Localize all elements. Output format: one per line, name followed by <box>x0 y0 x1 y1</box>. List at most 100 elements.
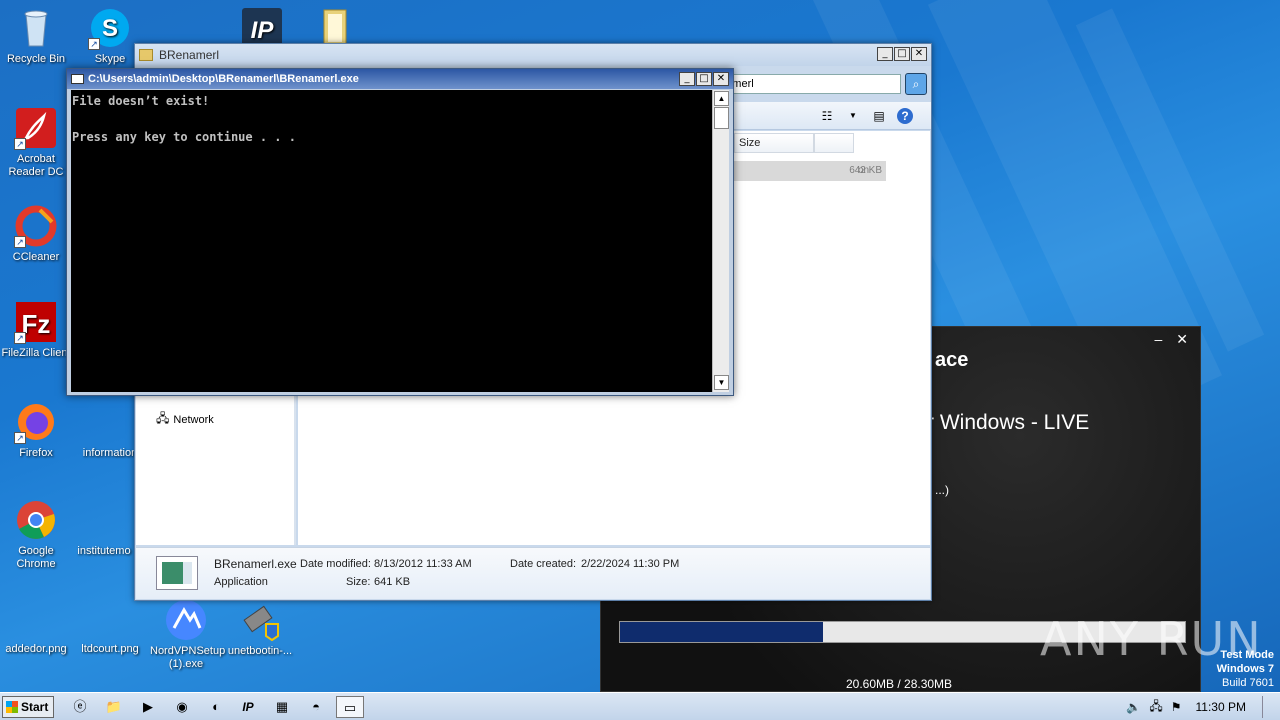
details-created-label: Date created: <box>510 558 577 570</box>
installer-note: ...) <box>935 483 949 497</box>
close-button[interactable]: ✕ <box>1176 331 1188 348</box>
console-icon <box>71 74 84 84</box>
explorer-titlebar[interactable]: BRenamerl <box>135 44 931 66</box>
skype-icon: S ↗ <box>88 6 132 50</box>
chevron-down-icon[interactable]: ▼ <box>845 108 861 124</box>
desktop-icon-addedor[interactable]: addedor.png <box>0 596 72 656</box>
desktop-icon-chrome[interactable]: Google Chrome <box>0 498 72 571</box>
volume-icon[interactable]: 🔈 <box>1126 700 1141 714</box>
desktop-icon-ltdcourt[interactable]: ltdcourt.png <box>74 596 146 656</box>
column-header-extra[interactable] <box>814 133 854 153</box>
show-desktop-button[interactable] <box>1262 696 1276 718</box>
image-file-icon <box>88 596 132 640</box>
ccleaner-icon: ↗ <box>14 204 58 248</box>
blank-file-icon <box>82 498 126 542</box>
desktop-icon-acrobat[interactable]: ↗ Acrobat Reader DC <box>0 106 72 179</box>
desktop-icon-label: Google Chrome <box>16 545 56 570</box>
desktop-icon-label: ltdcourt.png <box>81 643 139 655</box>
file-size: 642 KB <box>849 165 882 176</box>
chrome-icon <box>14 498 58 542</box>
explorer-title: BRenamerl <box>159 48 220 62</box>
nav-item-label: Network <box>173 413 214 426</box>
desktop-icon-unetbootin[interactable]: unetbootin-... <box>224 598 296 658</box>
network-tray-icon[interactable]: 🖧 <box>1149 697 1162 718</box>
taskbar: Start ⓔ 📁 ▶ ◉ ◐ IP ▦ ◓ ▭ 🔈 🖧 ⚑ 11:30 PM <box>0 692 1280 720</box>
desktop-icon-label: CCleaner <box>12 251 60 263</box>
scroll-thumb[interactable] <box>714 107 729 129</box>
maximize-button[interactable]: □ <box>894 47 910 61</box>
recycle-bin-icon <box>14 6 58 50</box>
desktop-icon-label: FileZilla Client <box>1 347 71 359</box>
taskbar-media-player-icon[interactable]: ▶ <box>134 696 162 718</box>
console-output[interactable]: File doesn’t exist! Press any key to con… <box>71 90 712 392</box>
console-scrollbar[interactable]: ▲ ▼ <box>712 90 729 392</box>
desktop-icon-label: Acrobat Reader DC <box>8 153 64 178</box>
shortcut-arrow-icon: ↗ <box>88 38 100 50</box>
details-file-name: BRenamerl.exe <box>214 557 297 571</box>
taskbar-explorer-icon[interactable]: 📁 <box>100 696 128 718</box>
close-button[interactable]: ✕ <box>911 47 927 61</box>
taskbar-clock[interactable]: 11:30 PM <box>1196 700 1246 714</box>
view-options-icon[interactable]: ☷ <box>819 108 835 124</box>
desktop-icon-label: unetbootin-... <box>227 645 293 657</box>
column-header-size[interactable]: Size <box>734 133 814 153</box>
system-tray: 🔈 🖧 ⚑ 11:30 PM <box>1126 693 1280 720</box>
folder-icon <box>139 49 153 61</box>
details-size-value: 641 KB <box>374 576 411 588</box>
details-pane: BRenamerl.exe Application Date modified:… <box>136 547 930 599</box>
network-icon: 🖧 <box>156 411 170 425</box>
desktop-icon-filezilla[interactable]: Fz ↗ FileZilla Client <box>0 300 72 360</box>
desktop-icon-ccleaner[interactable]: ↗ CCleaner <box>0 204 72 264</box>
taskbar-edge-icon[interactable]: ◐ <box>202 696 230 718</box>
svg-text:IP: IP <box>251 17 275 44</box>
help-icon[interactable]: ? <box>897 108 913 124</box>
test-mode-line: Test Mode <box>1220 649 1274 661</box>
nav-item-network[interactable]: 🖧 Network <box>156 409 214 430</box>
taskbar-installer-icon[interactable]: ▦ <box>268 696 296 718</box>
windows-logo-icon <box>6 701 18 713</box>
desktop-icon-nordvpn[interactable]: NordVPNSetup (1).exe <box>150 598 225 671</box>
desktop-icon-firefox[interactable]: ↗ Firefox <box>0 400 72 460</box>
maximize-button[interactable]: □ <box>696 72 712 86</box>
taskbar-ie-icon[interactable]: ⓔ <box>66 696 94 718</box>
download-size-text: 20.60MB / 28.30MB <box>846 677 953 691</box>
console-line: File doesn’t exist! <box>72 94 210 108</box>
taskbar-chrome-icon[interactable]: ◉ <box>168 696 196 718</box>
nordvpn-icon <box>164 598 208 642</box>
scroll-down-arrow-icon[interactable]: ▼ <box>714 375 729 390</box>
taskbar-nordvpn-icon[interactable]: ◓ <box>302 696 330 718</box>
minimize-button[interactable]: _ <box>877 47 893 61</box>
file-row[interactable]: on 642 KB <box>718 161 886 181</box>
console-titlebar[interactable]: C:\Users\admin\Desktop\BRenamerl\BRename… <box>67 69 733 89</box>
start-label: Start <box>21 700 49 714</box>
console-window[interactable]: C:\Users\admin\Desktop\BRenamerl\BRename… <box>66 68 734 396</box>
shortcut-arrow-icon: ↗ <box>14 236 26 248</box>
shortcut-arrow-icon: ↗ <box>14 432 26 444</box>
test-mode-line: Windows 7 <box>1216 663 1274 675</box>
filezilla-icon: Fz ↗ <box>14 300 58 344</box>
scroll-up-arrow-icon[interactable]: ▲ <box>714 91 729 106</box>
close-button[interactable]: ✕ <box>713 72 729 86</box>
taskbar-console-icon[interactable]: ▭ <box>336 696 364 718</box>
acrobat-icon: ↗ <box>14 106 58 150</box>
shortcut-arrow-icon: ↗ <box>14 138 26 150</box>
details-created-value: 2/22/2024 11:30 PM <box>581 558 680 570</box>
start-button[interactable]: Start <box>2 696 54 718</box>
shortcut-arrow-icon: ↗ <box>14 332 26 344</box>
test-mode-notice: Test Mode Windows 7 Build 7601 <box>1217 648 1274 690</box>
image-file-icon <box>14 596 58 640</box>
action-center-flag-icon[interactable]: ⚑ <box>1171 700 1182 714</box>
progress-fill <box>620 622 824 642</box>
minimize-button[interactable]: – <box>1154 331 1162 348</box>
details-file-type: Application <box>214 576 268 588</box>
search-icon[interactable]: ⌕ <box>905 73 927 95</box>
application-icon <box>156 556 198 590</box>
installer-subtitle: r Windows - LIVE <box>927 411 1090 434</box>
desktop-icon-institutemo[interactable]: institutemo <box>68 498 140 558</box>
desktop-icon-recycle-bin[interactable]: Recycle Bin <box>0 6 72 66</box>
preview-pane-icon[interactable]: ▤ <box>871 108 887 124</box>
minimize-button[interactable]: _ <box>679 72 695 86</box>
taskbar-ip-icon[interactable]: IP <box>234 696 262 718</box>
desktop-icon-label: Recycle Bin <box>6 53 66 65</box>
